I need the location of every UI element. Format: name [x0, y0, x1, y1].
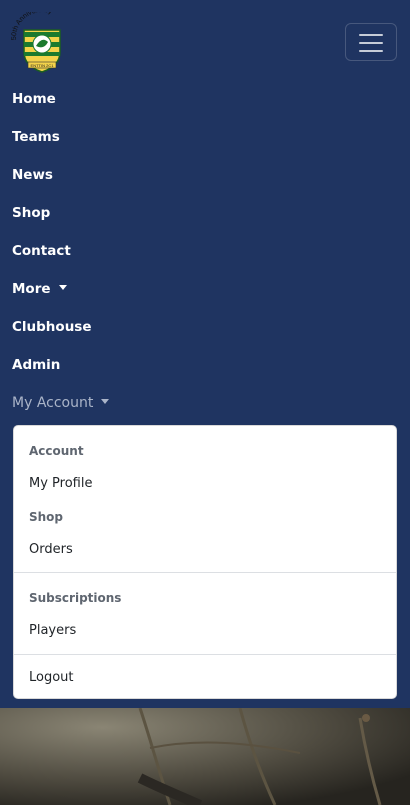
dropdown-item-logout[interactable]: Logout: [29, 670, 74, 685]
chevron-down-icon: [101, 398, 110, 404]
dropdown-item-players[interactable]: Players: [29, 623, 76, 638]
nav-item-more[interactable]: More: [12, 270, 109, 308]
dropdown-divider: [14, 572, 396, 573]
account-dropdown-menu: Account My Profile Shop Orders Subscript…: [13, 425, 397, 699]
nav-item-home[interactable]: Home: [12, 80, 109, 118]
hamburger-menu-icon: [359, 42, 383, 44]
nav-menu: Home Teams News Shop Contact More Clubho…: [12, 80, 110, 422]
hero-image: [0, 708, 410, 805]
nav-item-contact[interactable]: Contact: [12, 232, 109, 270]
nav-item-my-account[interactable]: My Account: [12, 384, 110, 422]
dropdown-divider: [14, 654, 396, 655]
hamburger-menu-icon: [359, 50, 383, 52]
nav-item-admin[interactable]: Admin: [12, 346, 109, 384]
nav-item-clubhouse[interactable]: Clubhouse: [12, 308, 109, 346]
nav-item-teams[interactable]: Teams: [12, 118, 109, 156]
dropdown-header-subscriptions: Subscriptions: [29, 591, 122, 605]
navbar: 50th Anniversary ENTTIN 2C1 Home Teams N…: [0, 0, 410, 708]
dropdown-item-my-profile[interactable]: My Profile: [29, 476, 92, 491]
hamburger-menu-icon: [359, 34, 383, 36]
menu-toggle-button[interactable]: [345, 23, 397, 61]
logo-text-bottom: ENTTIN 2C1: [31, 63, 55, 68]
nav-item-shop[interactable]: Shop: [12, 194, 109, 232]
club-crest-icon[interactable]: 50th Anniversary ENTTIN 2C1: [10, 7, 74, 76]
chevron-down-icon: [58, 284, 67, 290]
nav-item-news[interactable]: News: [12, 156, 109, 194]
dropdown-header-account: Account: [29, 444, 84, 458]
dropdown-header-shop: Shop: [29, 510, 64, 524]
dropdown-item-orders[interactable]: Orders: [29, 542, 73, 557]
